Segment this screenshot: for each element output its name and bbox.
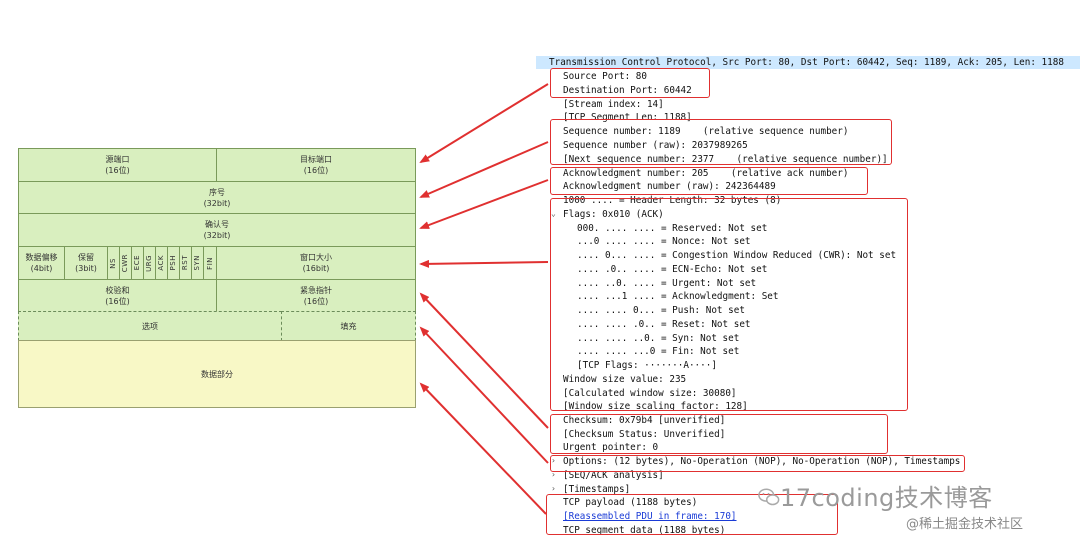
wechat-icon [758, 488, 780, 506]
arrow-checksum [419, 292, 549, 429]
arrow-options [419, 326, 549, 464]
mapping-arrows [419, 83, 549, 515]
juejin-footer-mark: @稀土掘金技术社区 [906, 517, 1024, 532]
arrow-flags [419, 259, 549, 268]
watermark-text: 17coding技术博客 [780, 484, 993, 512]
arrow-payload [419, 382, 547, 515]
arrow-acknowledgment [419, 179, 549, 229]
